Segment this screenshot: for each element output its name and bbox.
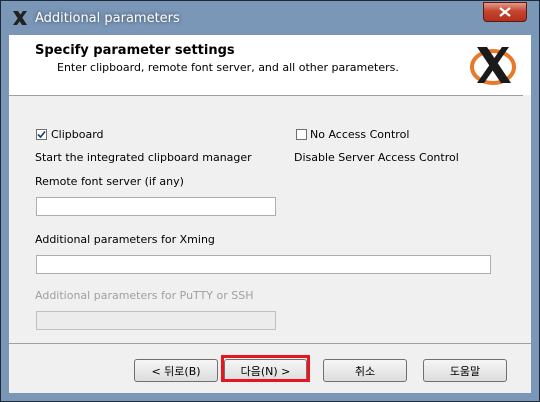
putty-params-label: Additional parameters for PuTTY or SSH [35,289,254,302]
clipboard-description: Start the integrated clipboard manager [35,151,252,164]
page-title: Specify parameter settings [35,43,235,58]
no-access-control-description: Disable Server Access Control [294,151,459,164]
checkmark-icon [37,130,46,139]
no-access-control-label[interactable]: No Access Control [310,128,409,141]
page-subtitle: Enter clipboard, remote font server, and… [57,61,399,74]
xming-params-input[interactable] [36,255,491,274]
clipboard-label[interactable]: Clipboard [51,128,104,141]
back-button[interactable]: < 뒤로(B) [134,359,218,382]
remote-font-server-label: Remote font server (if any) [35,175,184,188]
footer-divider [9,343,531,344]
panel-edge [523,95,531,343]
help-button[interactable]: 도움말 [423,359,507,382]
no-access-control-checkbox[interactable] [296,129,307,140]
wizard-header: Specify parameter settings Enter clipboa… [9,35,531,96]
clipboard-checkbox[interactable] [36,129,47,140]
xming-logo-icon [470,47,516,85]
cancel-button[interactable]: 취소 [323,359,407,382]
close-button[interactable] [483,2,527,22]
wizard-client-area: Specify parameter settings Enter clipboa… [9,35,531,393]
next-button-highlight [221,355,310,382]
title-bar[interactable]: Additional parameters [1,1,540,37]
xming-params-label: Additional parameters for Xming [35,233,215,246]
xming-logo-icon [13,11,27,25]
putty-params-input [36,311,276,330]
remote-font-server-input[interactable] [36,197,276,216]
window-title: Additional parameters [35,11,180,26]
wizard-window: Additional parameters Specify parameter … [0,0,540,402]
close-icon [499,7,511,17]
